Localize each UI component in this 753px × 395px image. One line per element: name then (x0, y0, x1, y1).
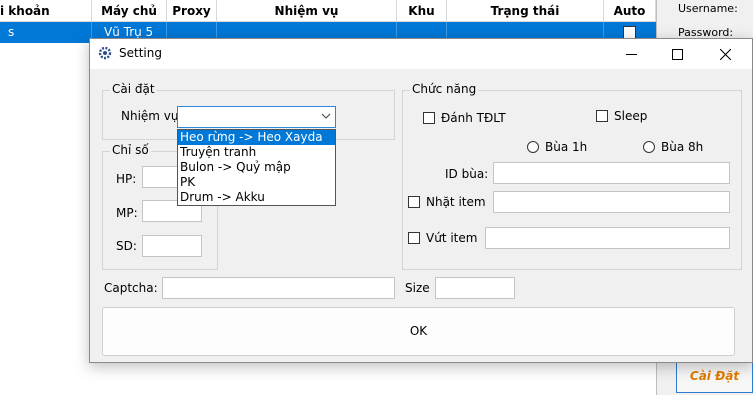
nhat-item-field[interactable] (493, 191, 730, 213)
caidat-group-title: Cài đặt (110, 82, 157, 96)
list-item[interactable]: Heo rừng -> Heo Xayda (178, 130, 335, 145)
nhiemvu-label: Nhiệm vụ (121, 109, 179, 123)
chiso-group-title: Chỉ số (110, 143, 151, 157)
chevron-down-icon[interactable] (321, 111, 331, 121)
grid-header: i khoản Máy chủ Proxy Nhiệm vụ Khu Trạng… (0, 0, 656, 22)
col-auto[interactable]: Auto (604, 0, 656, 21)
captcha-field[interactable] (162, 277, 395, 299)
sd-field[interactable] (142, 235, 202, 257)
danh-tdlt-label: Đánh TĐLT (441, 111, 506, 125)
nhiemvu-dropdown-list[interactable]: Heo rừng -> Heo Xayda Truyện tranh Bulon… (177, 129, 336, 206)
cell-account: s (0, 22, 92, 43)
caidat-button[interactable]: Cài Đặt (676, 360, 753, 393)
size-label: Size (405, 281, 430, 295)
vut-item-label: Vứt item (426, 231, 478, 245)
col-server[interactable]: Máy chủ (92, 0, 167, 21)
list-item[interactable]: PK (178, 175, 335, 190)
dialog-title: Setting (119, 46, 162, 60)
sleep-checkbox[interactable] (596, 110, 608, 122)
col-account[interactable]: i khoản (0, 0, 92, 21)
nhat-item-label: Nhặt item (426, 195, 486, 209)
size-field[interactable] (435, 277, 515, 299)
settings-gear-icon (98, 46, 112, 60)
username-label: Username: (678, 2, 738, 15)
nhat-item-checkbox[interactable] (408, 196, 420, 208)
captcha-label: Captcha: (104, 281, 158, 295)
list-item[interactable]: Truyện tranh (178, 145, 335, 160)
vut-item-field[interactable] (485, 227, 730, 249)
bua-8h-radio[interactable] (643, 141, 655, 153)
ok-button[interactable]: OK (102, 307, 735, 356)
idbua-field[interactable] (493, 162, 730, 184)
setting-dialog: Setting Cài đặt Nhiệm vụ Chỉ số HP: MP: … (89, 38, 753, 363)
vut-item-checkbox[interactable] (408, 232, 420, 244)
mp-label: MP: (116, 206, 138, 220)
title-bar[interactable]: Setting (90, 39, 752, 69)
nhiemvu-select[interactable] (177, 106, 336, 128)
col-task[interactable]: Nhiệm vụ (217, 0, 397, 21)
col-status[interactable]: Trạng thái (447, 0, 604, 21)
bua-8h-label: Bùa 8h (661, 140, 704, 154)
chucnang-group-title: Chức năng (410, 82, 479, 96)
list-item[interactable]: Drum -> Akku (178, 190, 335, 205)
bua-1h-label: Bùa 1h (545, 140, 588, 154)
sleep-label: Sleep (614, 109, 648, 123)
close-icon[interactable] (702, 39, 748, 69)
hp-label: HP: (116, 172, 137, 186)
sd-label: SD: (116, 239, 137, 253)
danh-tdlt-checkbox[interactable] (423, 112, 435, 124)
minimize-icon[interactable] (608, 39, 654, 69)
bua-1h-radio[interactable] (527, 141, 539, 153)
maximize-icon[interactable] (654, 39, 700, 69)
col-zone[interactable]: Khu (397, 0, 447, 21)
list-item[interactable]: Bulon -> Quỷ mập (178, 160, 335, 175)
col-proxy[interactable]: Proxy (167, 0, 217, 21)
idbua-label: ID bùa: (445, 167, 489, 181)
